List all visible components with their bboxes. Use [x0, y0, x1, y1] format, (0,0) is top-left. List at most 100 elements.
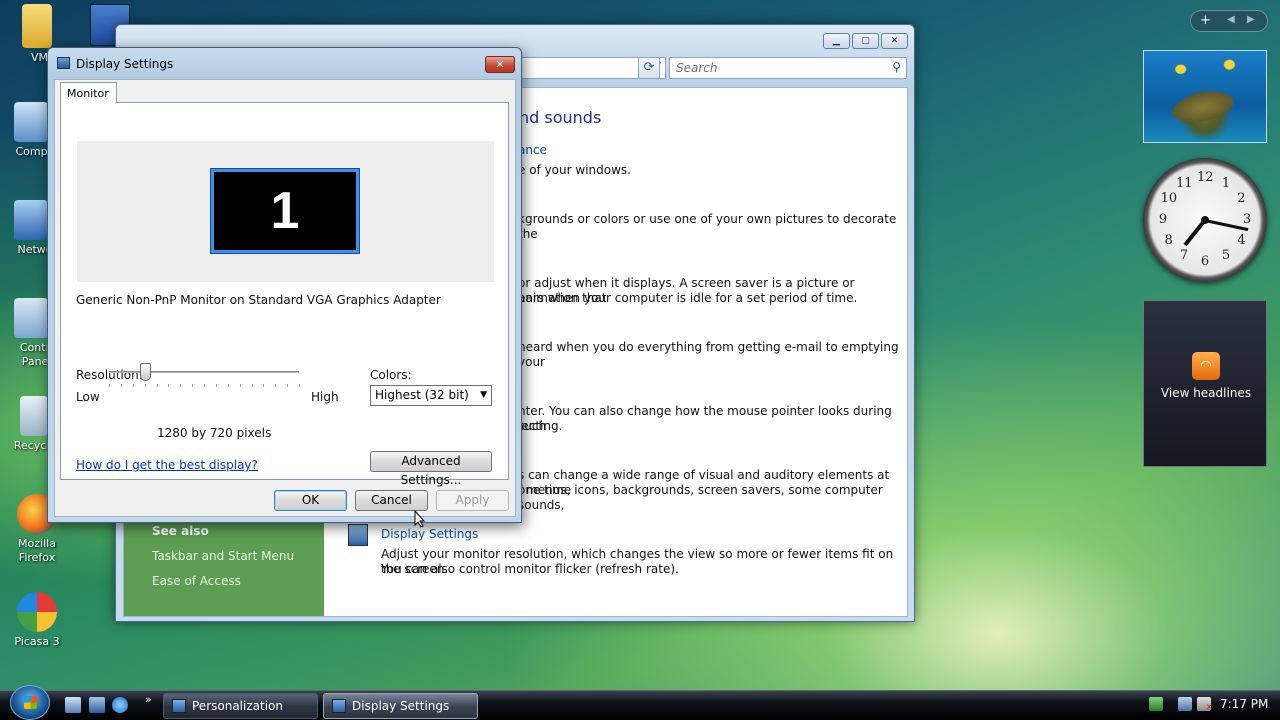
- page-title: nd sounds: [519, 108, 602, 127]
- tray-app-icon[interactable]: [1149, 697, 1163, 711]
- slider-track: [109, 371, 299, 373]
- display-settings-dialog: Display Settings ✕ Monitor 1 Generic Non…: [47, 47, 522, 523]
- next-icon[interactable]: ▶: [1247, 14, 1255, 25]
- windows-logo-icon: [24, 696, 37, 709]
- screensaver-desc-2: ears when your computer is idle for a se…: [518, 291, 858, 305]
- start-button[interactable]: [10, 685, 50, 720]
- slider-tick: [239, 384, 241, 387]
- display-settings-icon: [348, 524, 368, 546]
- show-desktop-icon[interactable]: [65, 697, 81, 713]
- slider-tick: [180, 384, 182, 387]
- desktop-icon-picasa[interactable]: Picasa 3: [2, 592, 72, 649]
- network-icon: [14, 200, 48, 240]
- clock-number: 5: [1221, 248, 1231, 264]
- monitor-description: Generic Non-PnP Monitor on Standard VGA …: [76, 293, 441, 307]
- clock-number: 12: [1197, 170, 1214, 185]
- ok-button[interactable]: OK: [274, 490, 347, 511]
- clock-number: 2: [1237, 191, 1246, 206]
- previous-icon[interactable]: ◀: [1227, 14, 1235, 25]
- dialog-body: Monitor 1 Generic Non-PnP Monitor on Sta…: [54, 79, 516, 517]
- clock-center: [1201, 216, 1209, 224]
- rss-icon: ◠: [1192, 352, 1220, 380]
- picasa-icon: [17, 592, 57, 632]
- control-panel-icon: [14, 298, 48, 338]
- help-link[interactable]: How do I get the best display?: [76, 458, 258, 472]
- clock-number: 10: [1160, 191, 1178, 206]
- network-tray-icon[interactable]: [1178, 697, 1192, 711]
- clock-gadget[interactable]: 12 1 2 3 4 5 6 7 8 9 10 11: [1143, 158, 1267, 282]
- colors-select[interactable]: Highest (32 bit) ▼: [370, 385, 492, 406]
- resolution-slider[interactable]: [61, 131, 361, 387]
- internet-explorer-icon[interactable]: [112, 697, 128, 713]
- slider-tick: [299, 384, 300, 387]
- clock-number: 6: [1200, 254, 1210, 269]
- display-settings-link[interactable]: Display Settings: [381, 527, 478, 541]
- see-also-taskbar-link[interactable]: Taskbar and Start Menu: [152, 549, 294, 563]
- taskbar-button-personalization[interactable]: Personalization: [163, 693, 318, 719]
- slideshow-gadget[interactable]: [1143, 50, 1267, 143]
- close-icon[interactable]: ✕: [881, 33, 908, 49]
- resolution-high-label: High: [311, 390, 339, 404]
- chevron-down-icon[interactable]: ▼: [480, 390, 487, 400]
- slider-tick: [168, 384, 170, 387]
- slider-tick: [144, 384, 146, 387]
- quick-launch-overflow-icon[interactable]: »: [145, 693, 152, 706]
- pointer-desc-2: lecting.: [518, 419, 563, 433]
- clock-number: 4: [1237, 233, 1246, 248]
- monitor-tab-panel: 1 Generic Non-PnP Monitor on Standard VG…: [60, 102, 509, 487]
- slider-tick: [287, 384, 289, 387]
- cancel-button[interactable]: Cancel: [355, 490, 428, 511]
- clock-number: 8: [1164, 233, 1173, 248]
- slider-tick: [204, 384, 205, 387]
- add-gadget-icon[interactable]: +: [1200, 13, 1211, 28]
- search-input[interactable]: Search ⚲: [669, 57, 907, 79]
- desktop-icon-label: Picasa 3: [14, 635, 60, 648]
- clock-number: 3: [1242, 212, 1252, 227]
- slider-tick: [215, 384, 217, 387]
- taskbar-button-display-settings[interactable]: Display Settings: [323, 693, 478, 719]
- sidebar-controls: + ◀ ▶: [1190, 10, 1268, 32]
- desktop-icon-label: Mozilla Firefox: [18, 537, 56, 564]
- recycle-bin-icon: [20, 396, 48, 436]
- refresh-icon[interactable]: ⟳: [638, 57, 660, 79]
- tab-monitor[interactable]: Monitor: [60, 82, 117, 103]
- feed-headlines-gadget[interactable]: ◠ View headlines: [1143, 300, 1267, 467]
- slider-tick: [120, 384, 122, 387]
- display-settings-icon: [332, 699, 346, 713]
- tray-clock[interactable]: 7:17 PM: [1220, 697, 1268, 711]
- close-button[interactable]: ✕: [485, 56, 515, 73]
- clock-number: 9: [1158, 212, 1168, 227]
- monitor-arrangement: 1: [77, 141, 494, 282]
- window-caption-buttons: ▁ ▢ ✕: [823, 33, 908, 49]
- volume-muted-icon[interactable]: ✕: [1197, 697, 1213, 713]
- advanced-settings-button[interactable]: Advanced Settings...: [370, 451, 492, 487]
- slider-thumb[interactable]: [140, 363, 152, 381]
- slider-tick: [132, 384, 134, 387]
- dialog-title: Display Settings: [76, 57, 174, 71]
- apply-button[interactable]: Apply: [436, 490, 509, 511]
- see-also-ease-of-access-link[interactable]: Ease of Access: [152, 574, 241, 588]
- mouse-cursor-icon: [414, 510, 426, 528]
- slider-tick: [192, 384, 194, 387]
- maximize-icon[interactable]: ▢: [852, 33, 879, 49]
- control-panel-icon: [172, 699, 186, 713]
- switch-windows-icon[interactable]: [89, 697, 105, 713]
- taskbar-button-label: Personalization: [192, 699, 283, 713]
- clock-number: 1: [1221, 175, 1231, 191]
- search-icon[interactable]: ⚲: [892, 60, 901, 74]
- feed-label: View headlines: [1160, 386, 1252, 400]
- minimize-icon[interactable]: ▁: [823, 33, 850, 49]
- see-also-pane: See also Taskbar and Start Menu Ease of …: [124, 518, 324, 616]
- monitor-1-icon[interactable]: 1: [210, 168, 360, 254]
- clock-number: 11: [1176, 175, 1193, 191]
- resolution-low-label: Low: [76, 390, 100, 404]
- folder-icon: [22, 4, 52, 48]
- slider-tick: [227, 384, 229, 387]
- theme-desc-2: f menus, icons, backgrounds, screen save…: [518, 483, 883, 512]
- clock-number: 7: [1179, 248, 1189, 264]
- slider-tick: [263, 384, 265, 387]
- appearance-link[interactable]: ance: [518, 143, 547, 157]
- sounds-desc: heard when you do everything from gettin…: [518, 340, 899, 369]
- slider-tick: [275, 384, 277, 387]
- pointer-desc-1: nter. You can also change how the mouse …: [518, 404, 892, 433]
